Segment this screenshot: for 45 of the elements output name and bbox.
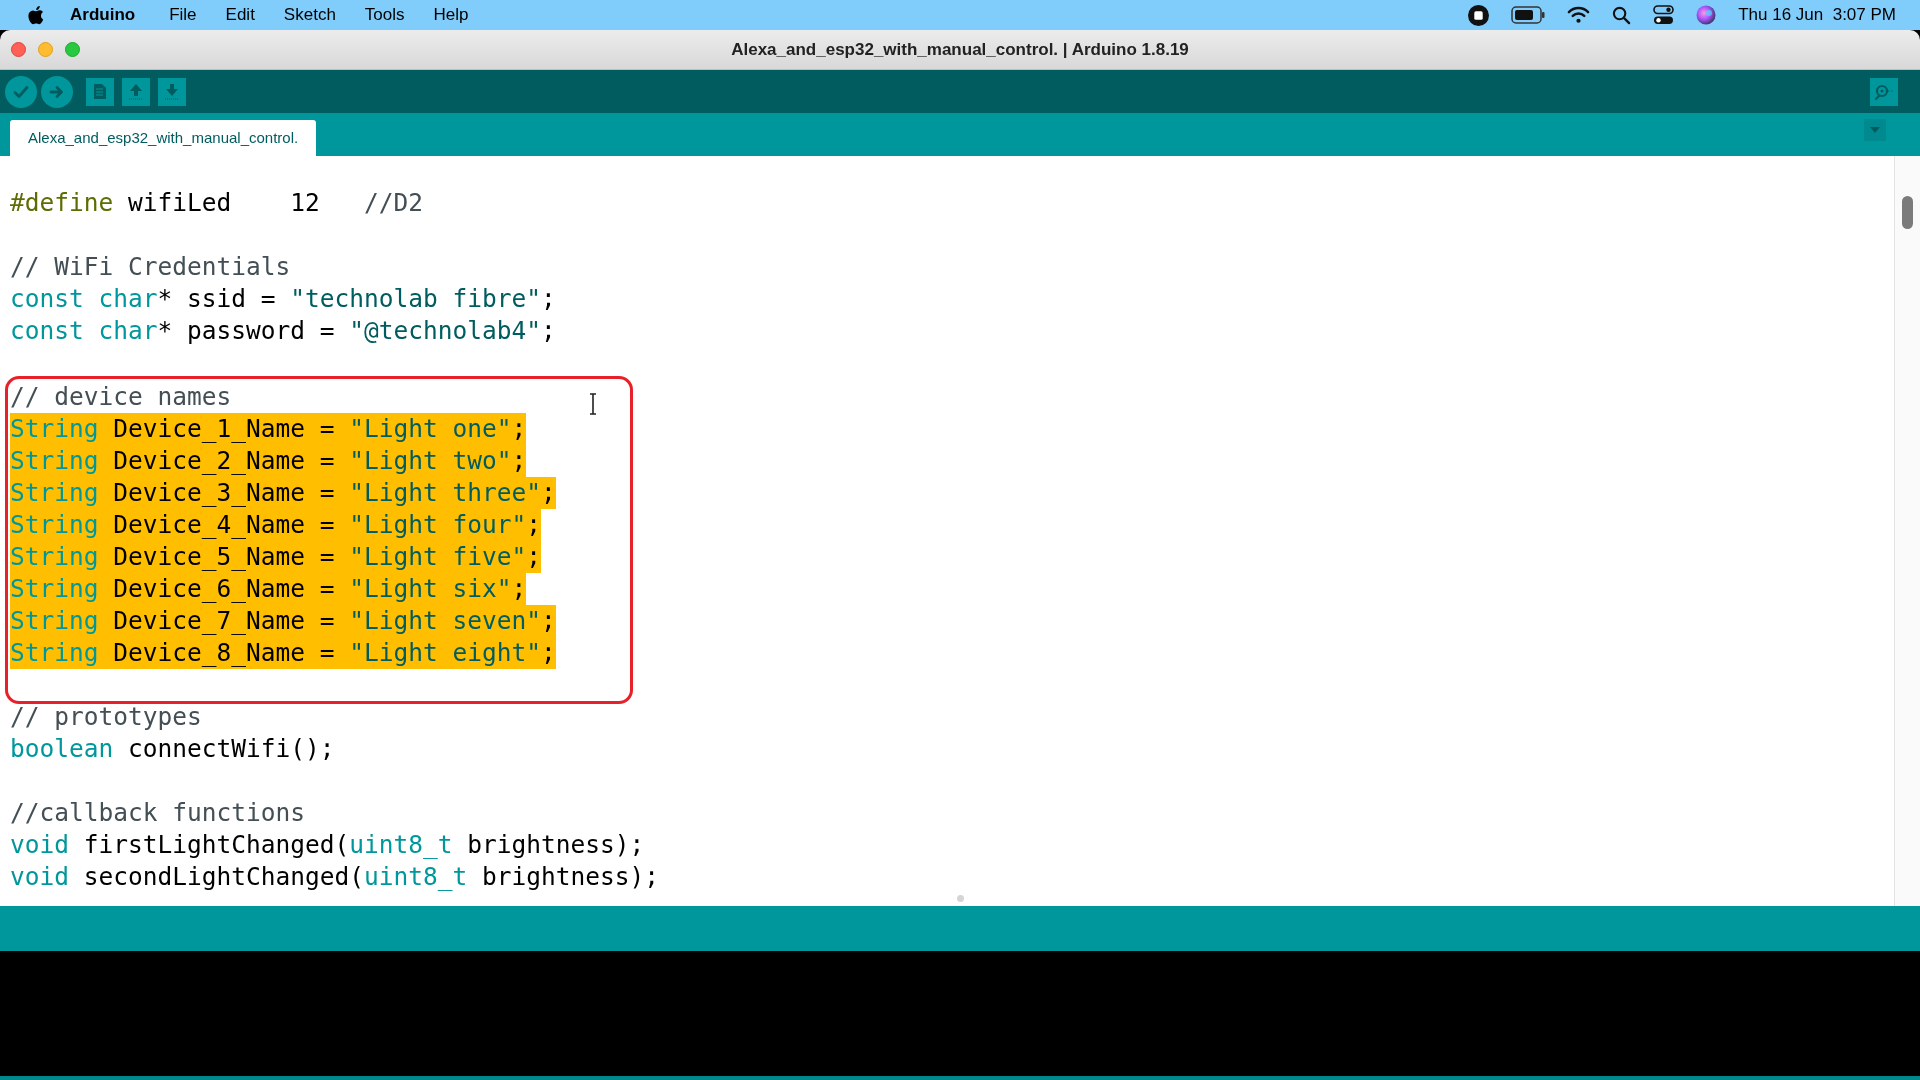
right-arrow-icon — [49, 83, 65, 100]
tab-menu-button[interactable] — [1864, 119, 1886, 141]
menu-item[interactable]: Sketch — [283, 2, 336, 28]
menu-bar-clock[interactable]: Thu 16 Jun 3:07 PM — [1738, 2, 1896, 28]
split-handle[interactable] — [957, 895, 964, 902]
down-arrow-icon — [164, 83, 180, 100]
upload-button[interactable] — [41, 75, 73, 108]
code-line: //callback functions — [10, 797, 305, 829]
verify-button[interactable] — [5, 75, 37, 108]
menu-item[interactable]: Tools — [364, 2, 405, 28]
code-line: // device names — [10, 381, 232, 413]
text-cursor-icon — [588, 393, 598, 415]
minimize-window-button[interactable] — [38, 42, 53, 57]
new-sketch-button[interactable] — [86, 77, 114, 106]
menu-item[interactable]: Help — [433, 2, 469, 28]
caret-icon — [1869, 126, 1881, 134]
code-line: boolean connectWifi(); — [10, 733, 335, 765]
scrollbar-thumb[interactable] — [1902, 196, 1913, 229]
code-line: // WiFi Credentials — [10, 251, 291, 283]
code-line: void firstLightChanged(uint8_t brightness); — [10, 829, 645, 861]
document-icon — [93, 83, 107, 100]
battery-icon[interactable] — [1511, 6, 1546, 24]
code-line: #define wifiLed 12 //D2 — [10, 187, 424, 219]
open-button[interactable] — [122, 77, 150, 106]
magnifier-icon — [1874, 82, 1894, 101]
file-tab[interactable]: Alexa_and_esp32_with_manual_control. — [10, 120, 317, 156]
app-menu[interactable]: Arduino — [70, 2, 136, 28]
serial-monitor-button[interactable] — [1870, 77, 1898, 106]
code-line: const char* password = "@technolab4"; — [10, 315, 556, 347]
assistant-orb-icon[interactable] — [1696, 5, 1717, 25]
apple-logo-icon[interactable] — [27, 5, 44, 25]
code-line: // prototypes — [10, 701, 202, 733]
zoom-window-button[interactable] — [65, 42, 80, 57]
search-icon[interactable] — [1612, 5, 1632, 25]
menu-item[interactable]: Edit — [225, 2, 255, 28]
toggle-switches-icon[interactable] — [1653, 5, 1675, 25]
wifi-icon[interactable] — [1567, 6, 1591, 24]
menu-item[interactable]: File — [169, 2, 197, 28]
window-title: Alexa_and_esp32_with_manual_control. | Arduino 1.8.19 — [731, 38, 1189, 61]
code-line: void secondLightChanged(uint8_t brightness); — [10, 861, 660, 893]
close-window-button[interactable] — [11, 42, 26, 57]
save-button[interactable] — [158, 77, 186, 106]
up-arrow-icon — [128, 83, 144, 100]
record-stop-icon[interactable] — [1468, 4, 1490, 26]
code-line: const char* ssid = "technolab fibre"; — [10, 283, 556, 315]
